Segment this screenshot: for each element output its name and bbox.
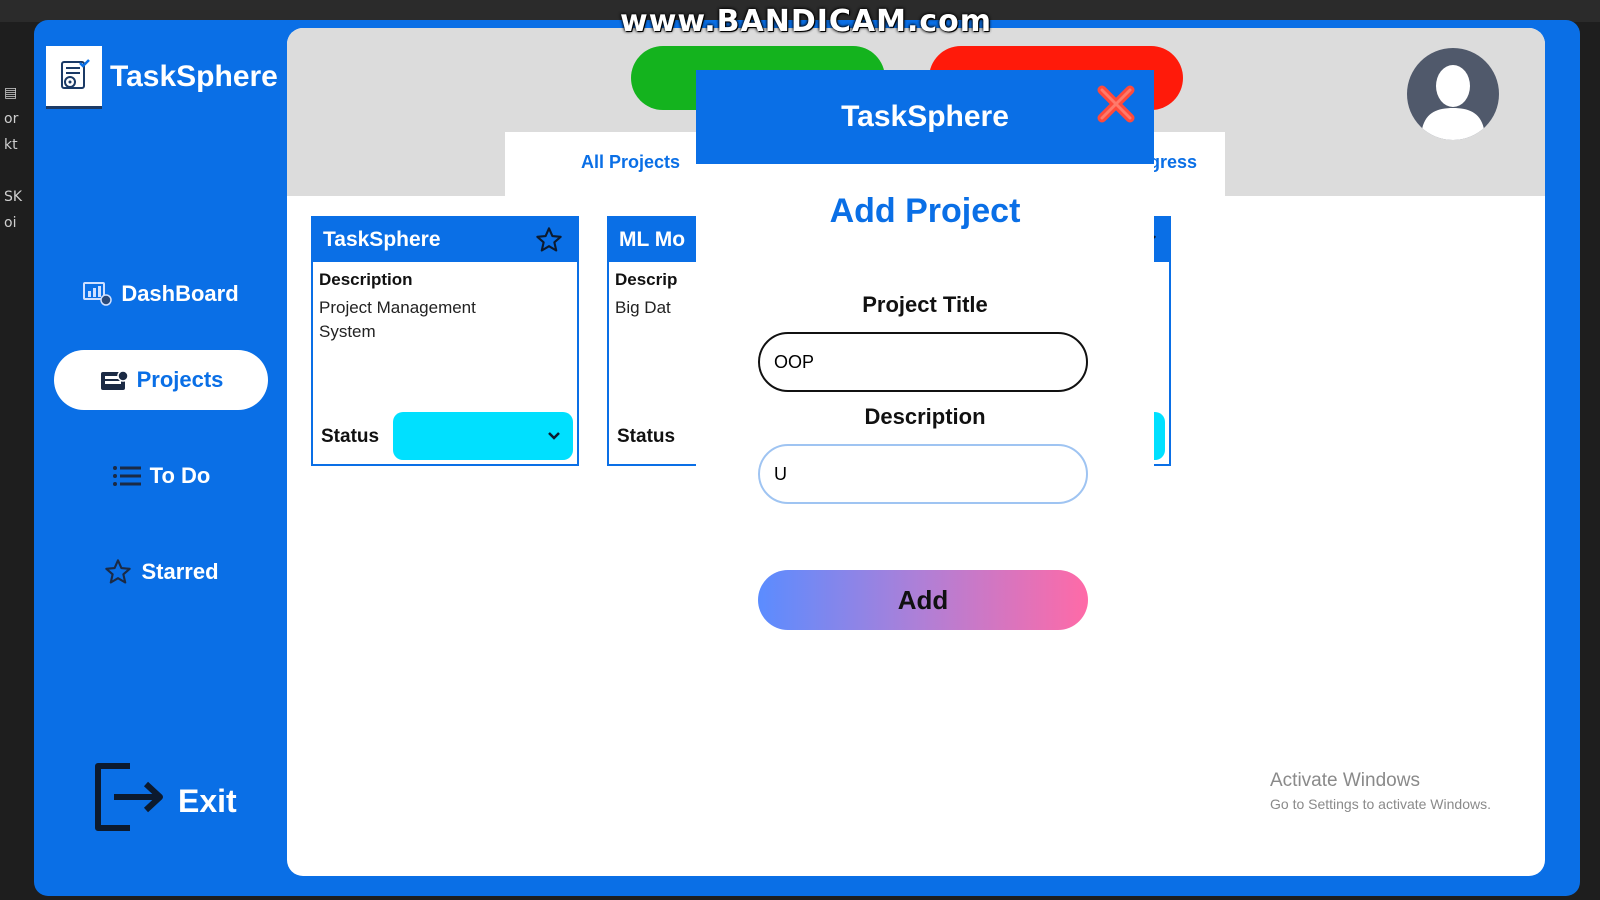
status-label: Status xyxy=(617,426,676,447)
project-title-input[interactable] xyxy=(758,332,1088,392)
project-card-title: TaskSphere xyxy=(323,228,441,251)
sidebar-item-todo[interactable]: To Do xyxy=(54,446,268,506)
project-description: Project Management System xyxy=(319,298,476,341)
project-card[interactable]: TaskSphere Description Project Managemen… xyxy=(311,216,579,466)
star-icon xyxy=(103,558,133,586)
dialog-header-title: TaskSphere xyxy=(841,100,1009,133)
sidebar-item-projects[interactable]: Projects xyxy=(54,350,268,410)
activation-subtitle: Go to Settings to activate Windows. xyxy=(1270,796,1491,812)
sidebar-item-dashboard[interactable]: DashBoard xyxy=(54,264,268,324)
activation-title: Activate Windows xyxy=(1270,770,1420,791)
dashboard-icon xyxy=(83,281,113,307)
sidebar-item-label: To Do xyxy=(149,463,211,488)
add-button[interactable]: Add xyxy=(758,570,1088,630)
add-project-dialog: TaskSphere Add Project Project Title Des… xyxy=(696,70,1154,710)
exit-icon xyxy=(90,760,166,842)
close-icon[interactable] xyxy=(1094,82,1138,134)
user-silhouette-icon xyxy=(1421,65,1485,140)
recording-watermark: www.BANDICAM.com xyxy=(620,4,993,39)
star-icon[interactable] xyxy=(535,226,563,260)
project-card-title: ML Mo xyxy=(619,228,686,251)
status-label: Status xyxy=(321,426,380,447)
projects-icon xyxy=(99,368,129,392)
sidebar-item-label: Starred xyxy=(141,559,219,584)
description-label: Description xyxy=(319,270,413,289)
windows-activation-notice: Activate Windows Go to Settings to activ… xyxy=(1270,770,1491,812)
user-avatar[interactable] xyxy=(1407,48,1499,140)
list-icon xyxy=(112,464,142,488)
description-input[interactable] xyxy=(758,444,1088,504)
dialog-title: Add Project xyxy=(829,192,1021,230)
chevron-down-icon xyxy=(548,432,560,440)
sidebar-item-starred[interactable]: Starred xyxy=(54,542,268,602)
background-editor-margin: ▤ or kt SK oi xyxy=(4,85,23,231)
exit-label: Exit xyxy=(178,782,237,819)
app-brand: TaskSphere xyxy=(110,60,278,93)
exit-button[interactable]: Exit xyxy=(90,760,237,842)
description-label: Description xyxy=(864,404,986,429)
project-title-label: Project Title xyxy=(862,292,988,317)
sidebar-item-label: DashBoard xyxy=(121,281,239,306)
task-gear-icon xyxy=(61,59,90,89)
sidebar-item-label: Projects xyxy=(136,367,224,392)
tab-all-projects[interactable]: All Projects xyxy=(581,152,680,173)
project-card-header: TaskSphere xyxy=(313,218,577,262)
status-dropdown[interactable] xyxy=(393,412,573,460)
app-logo xyxy=(46,46,102,109)
dialog-header: TaskSphere xyxy=(696,70,1154,164)
